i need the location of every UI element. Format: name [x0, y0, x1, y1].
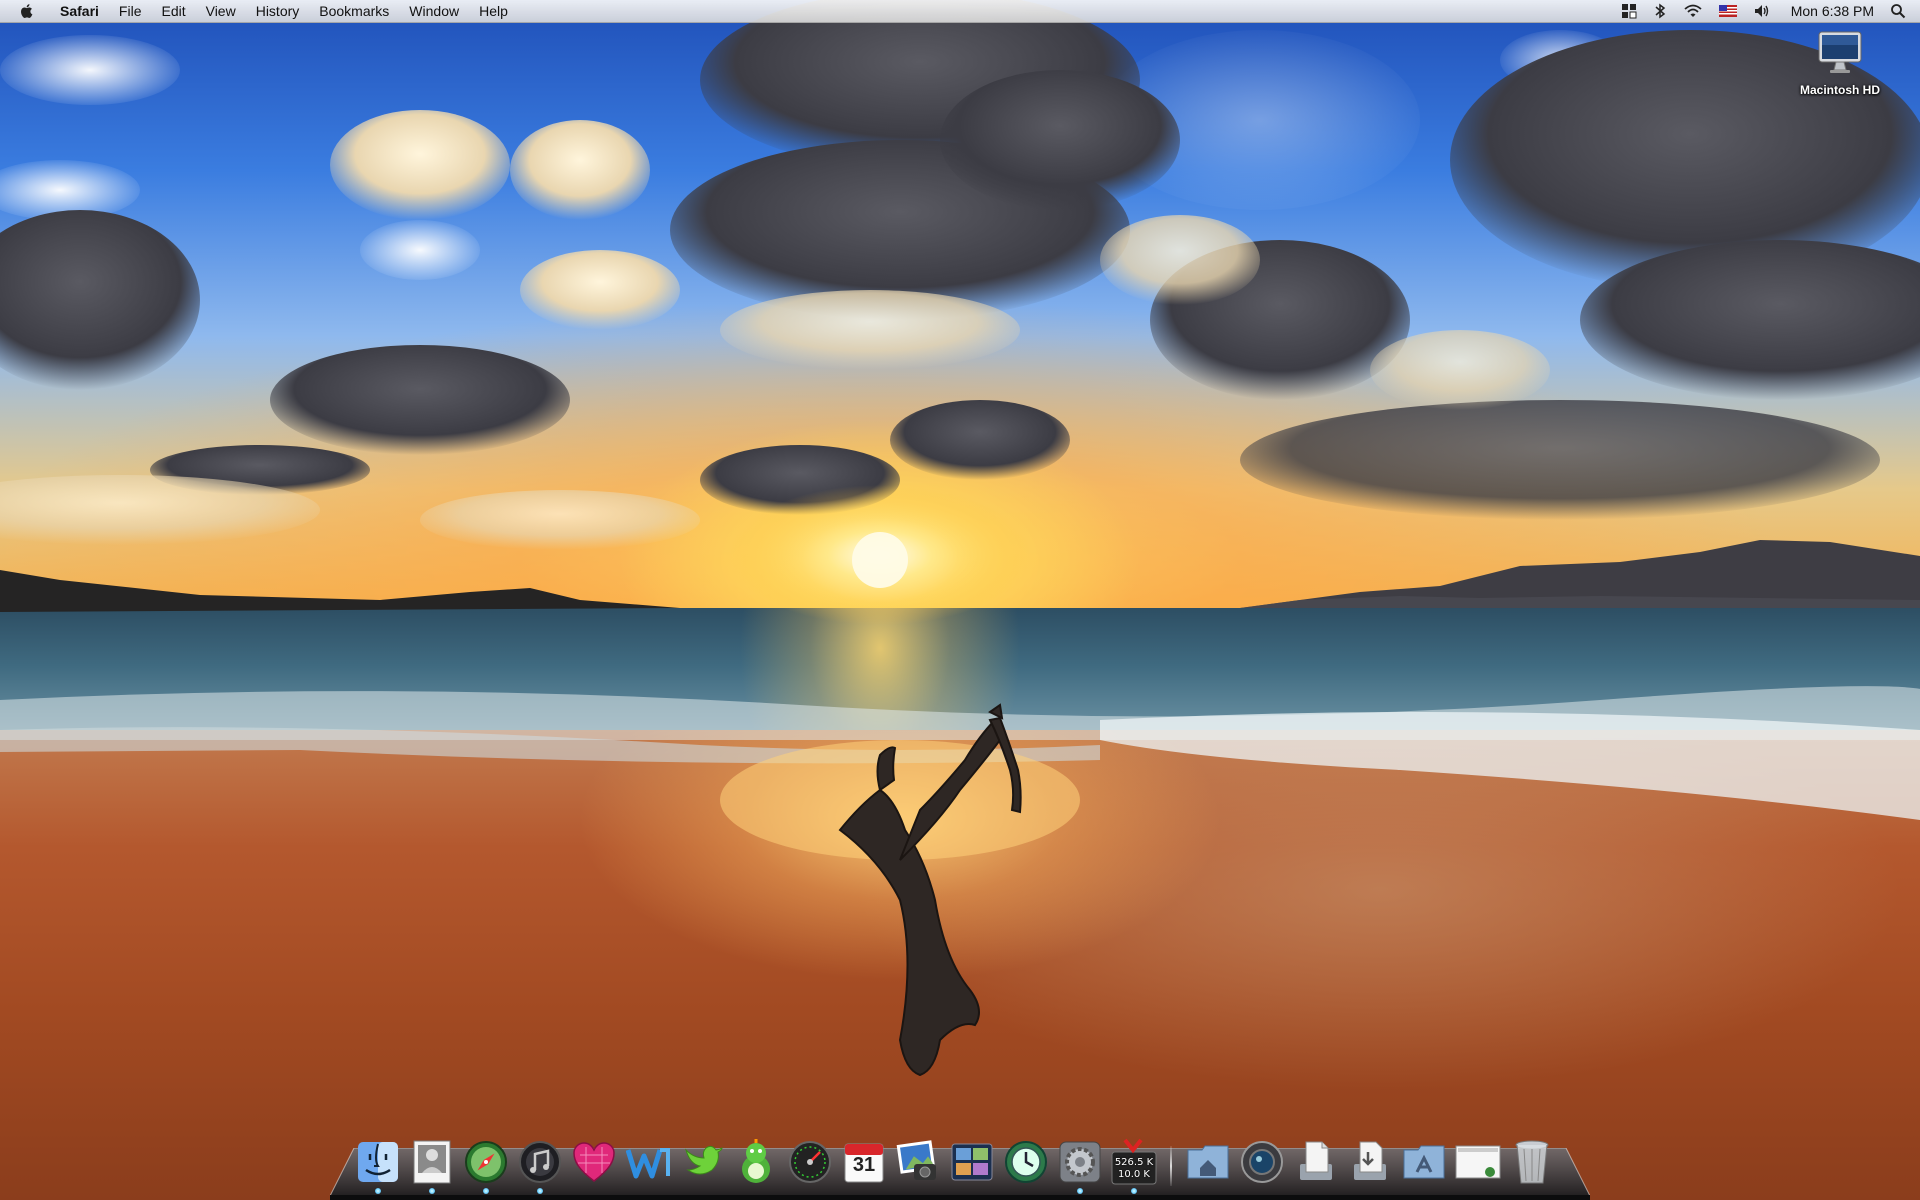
desktop-icon-macintosh-hd[interactable]: Macintosh HD	[1790, 30, 1890, 97]
menu-app-name[interactable]: Safari	[50, 0, 109, 22]
running-indicator	[537, 1188, 543, 1194]
volume-icon[interactable]	[1753, 0, 1771, 22]
desktop-icon-label: Macintosh HD	[1799, 83, 1880, 97]
menu-history[interactable]: History	[246, 0, 310, 22]
safari-icon[interactable]	[462, 1136, 510, 1194]
spotlight-icon[interactable]	[1890, 0, 1906, 22]
meter-upload-text: 526.5 K	[1114, 1157, 1154, 1168]
word-processor-icon[interactable]	[624, 1136, 672, 1188]
menu-window[interactable]: Window	[399, 0, 469, 22]
itunes-icon[interactable]	[516, 1136, 564, 1194]
dashboard-icon[interactable]	[786, 1136, 834, 1188]
menu-bar: Safari File Edit View History Bookmarks …	[0, 0, 1920, 23]
trash-icon[interactable]	[1508, 1136, 1556, 1188]
applications-folder-icon[interactable]	[1400, 1136, 1448, 1188]
time-machine-icon[interactable]	[1002, 1136, 1050, 1188]
menu-clock[interactable]: Mon 6:38 PM	[1791, 3, 1874, 19]
screenshot-stack-icon[interactable]	[1454, 1136, 1502, 1188]
menu-help[interactable]: Help	[469, 0, 518, 22]
running-indicator	[1131, 1188, 1137, 1194]
calendar-day: 31	[852, 1154, 876, 1176]
running-indicator	[429, 1188, 435, 1194]
twitter-bird-icon[interactable]	[678, 1136, 726, 1188]
spaces-app-icon[interactable]	[948, 1136, 996, 1188]
dock: 31 526.5 K 10.0 K	[354, 1128, 1566, 1194]
camera-app-icon[interactable]	[1238, 1136, 1286, 1188]
bluetooth-icon[interactable]	[1653, 0, 1667, 22]
menu-view[interactable]: View	[196, 0, 246, 22]
desktop-wallpaper	[0, 0, 1920, 1200]
downloads-stack-icon[interactable]	[1346, 1136, 1394, 1188]
network-meter-icon[interactable]: 526.5 K 10.0 K	[1110, 1136, 1158, 1194]
documents-stack-icon[interactable]	[1292, 1136, 1340, 1188]
wallpaper-scene	[0, 0, 1920, 1077]
heart-app-icon[interactable]	[570, 1136, 618, 1188]
apple-menu-icon[interactable]	[18, 2, 36, 20]
flag-icon[interactable]	[1718, 0, 1737, 22]
meter-download-text: 10.0 K	[1117, 1169, 1150, 1180]
adium-icon[interactable]	[732, 1136, 780, 1188]
finder-icon[interactable]	[354, 1136, 402, 1194]
home-folder-icon[interactable]	[1184, 1136, 1232, 1188]
dock-separator	[1164, 1136, 1178, 1188]
wifi-icon[interactable]	[1683, 0, 1703, 22]
menu-edit[interactable]: Edit	[151, 0, 195, 22]
running-indicator	[483, 1188, 489, 1194]
menu-file[interactable]: File	[109, 0, 152, 22]
running-indicator	[1077, 1188, 1083, 1194]
ical-icon[interactable]: 31	[840, 1136, 888, 1188]
menu-bookmarks[interactable]: Bookmarks	[309, 0, 399, 22]
system-preferences-icon[interactable]	[1056, 1136, 1104, 1194]
running-indicator	[375, 1188, 381, 1194]
iphoto-icon[interactable]	[894, 1136, 942, 1188]
hard-drive-icon	[1818, 31, 1862, 73]
preview-icon[interactable]	[408, 1136, 456, 1194]
spaces-icon[interactable]	[1621, 0, 1637, 22]
